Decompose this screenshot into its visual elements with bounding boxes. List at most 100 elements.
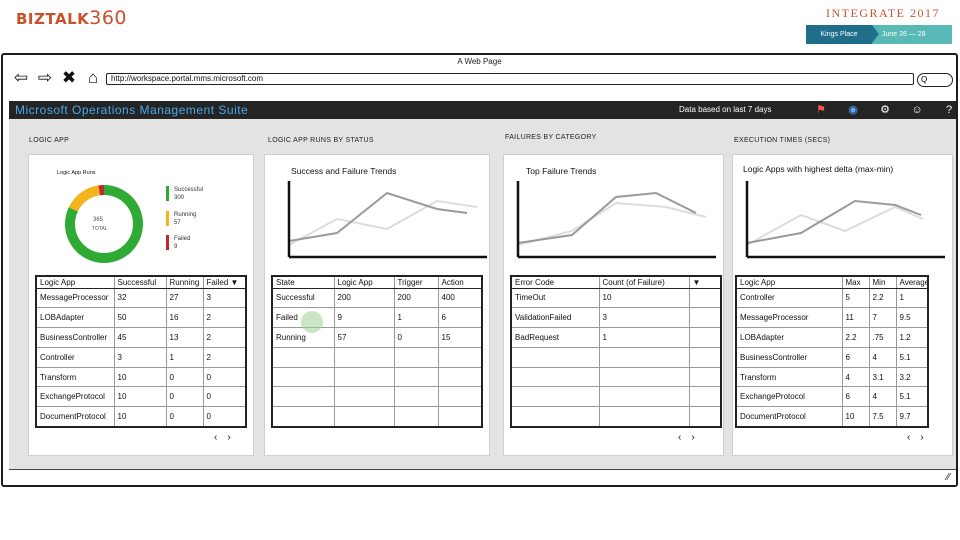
logic-app-tile[interactable]: Logic App Runs 365 TOTAL Successful 300 … — [37, 161, 245, 269]
table-cell: 0 — [202, 406, 247, 428]
table-row[interactable]: Transform 10 0 0 — [35, 366, 247, 388]
resize-handle-icon[interactable]: ⁄⁄ — [947, 472, 950, 483]
table-row[interactable] — [271, 366, 483, 388]
table-cell: ExchangeProtocol — [35, 386, 115, 408]
globe-icon[interactable]: ◉ — [843, 102, 863, 118]
column-header[interactable]: Logic App — [735, 275, 843, 289]
legend-failed: Failed 9 — [166, 235, 190, 251]
settings-icon[interactable]: ⚙ — [875, 102, 895, 118]
table-row[interactable]: Running 57 0 15 — [271, 327, 483, 348]
column-header[interactable]: Max — [841, 275, 870, 289]
table-cell: 10 — [113, 406, 167, 428]
table-cell — [393, 386, 439, 408]
home-icon[interactable]: ⌂ — [83, 69, 103, 87]
next-page-icon[interactable]: › — [920, 432, 933, 443]
table-row[interactable] — [271, 346, 483, 368]
column-header[interactable]: Count (of Failure) — [598, 275, 690, 289]
cursor-highlight — [301, 311, 323, 333]
table-cell: DocumentProtocol — [735, 406, 843, 428]
column-header[interactable]: State — [271, 275, 335, 289]
table-row[interactable]: Transform 4 3.1 3.2 — [735, 366, 929, 388]
column-header[interactable]: Action — [437, 275, 483, 289]
table-cell: 3.2 — [895, 366, 929, 388]
table-row[interactable]: MessageProcessor 11 7 9.5 — [735, 307, 929, 329]
table-cell — [333, 366, 395, 388]
table-row[interactable]: ExchangeProtocol 6 4 5.1 — [735, 386, 929, 408]
execution-times-table: Logic App Max Min Average Controller 5 2.2 1 Mes… — [735, 275, 929, 428]
prev-page-icon[interactable]: ‹ — [907, 432, 920, 443]
table-cell: LOBAdapter — [35, 307, 115, 329]
next-page-icon[interactable]: › — [227, 432, 240, 443]
table-cell: 400 — [437, 287, 483, 309]
next-page-icon[interactable]: › — [691, 432, 704, 443]
table-row[interactable] — [510, 386, 722, 408]
data-range-label: Data based on last 7 days — [679, 105, 772, 114]
table-row[interactable]: MessageProcessor 32 27 3 — [35, 287, 247, 309]
table-cell — [510, 366, 600, 388]
table-row[interactable]: Controller 5 2.2 1 — [735, 287, 929, 309]
help-icon[interactable]: ? — [939, 102, 959, 118]
table-cell: 6 — [437, 307, 483, 329]
column-header[interactable]: Logic App — [35, 275, 115, 289]
table-cell: 3 — [202, 287, 247, 309]
column-header[interactable]: Error Code — [510, 275, 600, 289]
table-cell — [598, 406, 690, 428]
table-row[interactable]: LOBAdapter 50 16 2 — [35, 307, 247, 329]
column-header[interactable]: Failed ▼ — [202, 275, 247, 289]
table-cell: .75 — [868, 327, 897, 348]
table-cell: 4 — [868, 386, 897, 408]
table-cell — [688, 366, 722, 388]
table-cell: 2 — [202, 346, 247, 368]
table-cell: 9 — [333, 307, 395, 329]
table-row[interactable]: LOBAdapter 2.2.75 1.2 — [735, 327, 929, 348]
table-row[interactable]: Successful 200 200 400 — [271, 287, 483, 309]
prev-page-icon[interactable]: ‹ — [678, 432, 691, 443]
table-cell: Controller — [735, 287, 843, 309]
close-icon[interactable]: ✖ — [59, 69, 79, 87]
column-header[interactable]: Logic App — [333, 275, 395, 289]
table-cell — [333, 406, 395, 428]
table-row[interactable]: DocumentProtocol 10 7.5 9.7 — [735, 406, 929, 428]
table-row[interactable]: DocumentProtocol 10 0 0 — [35, 406, 247, 428]
table-cell: 1.2 — [895, 327, 929, 348]
table-row[interactable]: BadRequest 1 — [510, 327, 722, 348]
search-input[interactable]: Q — [917, 73, 953, 87]
table-cell: 0 — [165, 366, 204, 388]
table-row[interactable] — [271, 386, 483, 408]
table-row[interactable] — [510, 366, 722, 388]
column-header[interactable]: Running — [165, 275, 204, 289]
table-cell: 7.5 — [868, 406, 897, 428]
table-row[interactable]: ValidationFailed 3 — [510, 307, 722, 329]
table-cell: 9.7 — [895, 406, 929, 428]
table-cell: 2 — [202, 327, 247, 348]
table-row[interactable]: TimeOut 10 — [510, 287, 722, 309]
forward-arrow-icon[interactable]: ⇨ — [35, 69, 55, 87]
column-header[interactable]: Trigger — [393, 275, 439, 289]
column-header[interactable]: Min — [868, 275, 897, 289]
column-header[interactable]: ▼ — [688, 275, 722, 289]
table-cell: 16 — [165, 307, 204, 329]
column-header[interactable]: Average — [895, 275, 929, 289]
smiley-icon[interactable]: ☺ — [907, 102, 927, 118]
table-cell — [393, 346, 439, 368]
table-cell: BusinessController — [35, 327, 115, 348]
table-row[interactable]: Controller 3 1 2 — [35, 346, 247, 368]
table-row[interactable] — [510, 406, 722, 428]
logic-app-runs-donut — [65, 185, 143, 263]
table-cell — [437, 366, 483, 388]
url-bar[interactable]: http://workspace.portal.mms.microsoft.co… — [106, 73, 914, 85]
highest-delta-tile[interactable]: Logic Apps with highest delta (max-min) — [741, 161, 945, 269]
alert-icon[interactable]: ⚑ — [811, 102, 831, 118]
success-failure-trends-tile[interactable]: Success and Failure Trends — [273, 161, 487, 269]
table-cell: 3.1 — [868, 366, 897, 388]
table-row[interactable] — [271, 406, 483, 428]
table-row[interactable]: BusinessController 45 13 2 — [35, 327, 247, 348]
table-row[interactable]: BusinessController 6 4 5.1 — [735, 346, 929, 368]
prev-page-icon[interactable]: ‹ — [214, 432, 227, 443]
table-row[interactable]: ExchangeProtocol 10 0 0 — [35, 386, 247, 408]
top-failure-trends-tile[interactable]: Top Failure Trends — [512, 161, 716, 269]
column-header[interactable]: Successful — [113, 275, 167, 289]
table-row[interactable] — [510, 346, 722, 368]
back-arrow-icon[interactable]: ⇦ — [11, 69, 31, 87]
legend-swatch — [166, 186, 169, 201]
